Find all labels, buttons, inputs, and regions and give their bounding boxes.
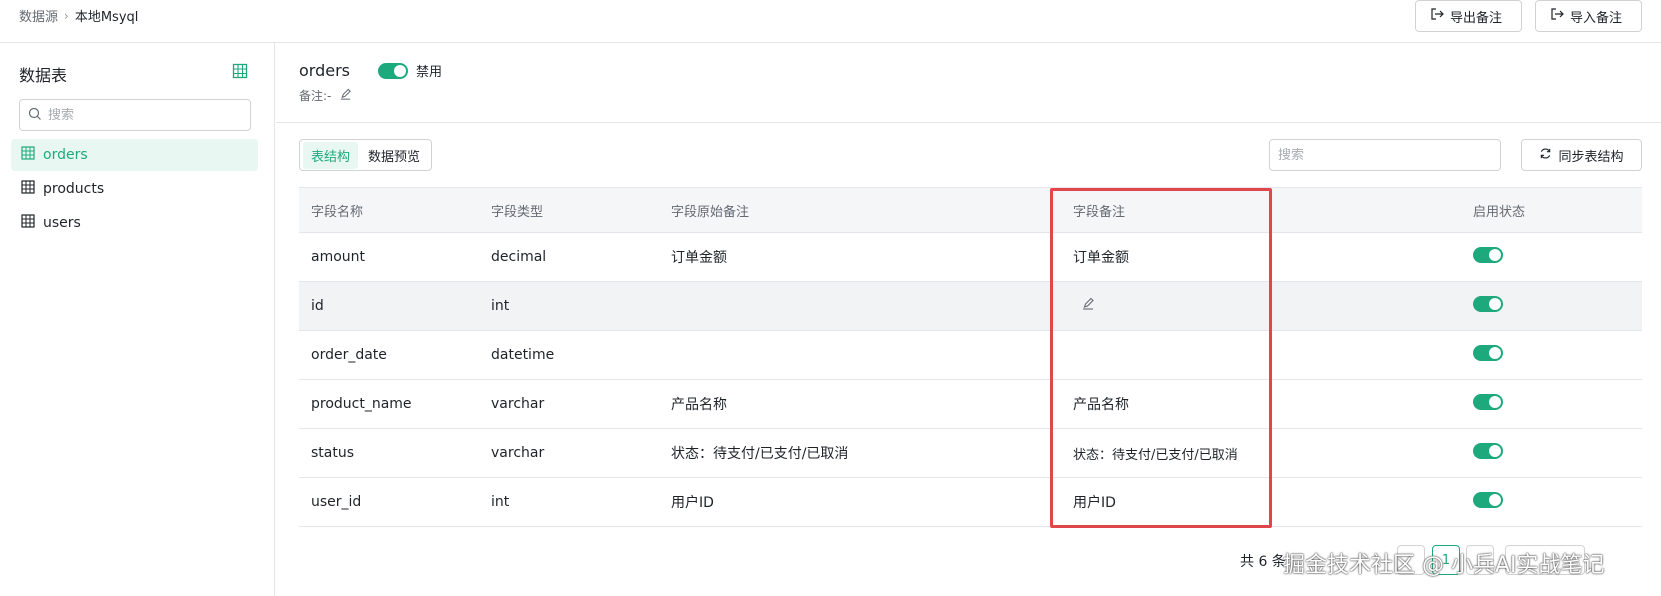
- field-enable-toggle[interactable]: [1473, 345, 1503, 361]
- field-enable-toggle[interactable]: [1473, 394, 1503, 410]
- field-original-remark: 订单金额: [671, 250, 727, 266]
- table-row: amount decimal 订单金额 订单金额: [299, 233, 1642, 282]
- export-label: 导出备注: [1450, 10, 1503, 26]
- table-icon: [21, 214, 35, 232]
- table-remark: 备注:-: [299, 87, 352, 104]
- field-remark[interactable]: 订单金额: [1061, 247, 1461, 267]
- table-row: order_date datetime: [299, 331, 1642, 380]
- column-header: 启用状态: [1473, 204, 1526, 220]
- field-name: order_date: [311, 347, 387, 363]
- field-enable-toggle[interactable]: [1473, 247, 1503, 263]
- table-icon: [21, 180, 35, 198]
- field-enabled-cell: [1461, 492, 1642, 512]
- table-list: orders products users: [11, 139, 258, 241]
- main-panel: orders 禁用 备注:- 表结构 数据预览 同步表结构 字段名称 字段类型 …: [276, 43, 1661, 596]
- field-type: int: [491, 494, 510, 510]
- import-remarks-button[interactable]: 导入备注: [1535, 0, 1642, 32]
- column-header: 字段名称: [311, 204, 364, 220]
- field-name: status: [311, 445, 355, 461]
- table-enable-toggle[interactable]: [378, 63, 408, 79]
- field-enabled-cell: [1461, 247, 1642, 267]
- breadcrumb-current: 本地Msyql: [74, 10, 139, 25]
- top-bar: 数据源 › 本地Msyql 导出备注 导入备注: [0, 0, 1661, 43]
- export-remarks-button[interactable]: 导出备注: [1415, 0, 1522, 32]
- table-icon: [21, 146, 35, 164]
- sidebar-item-label: users: [43, 215, 81, 231]
- sidebar-item-products[interactable]: products: [11, 173, 258, 205]
- field-original-remark: 产品名称: [671, 397, 727, 413]
- field-type: varchar: [491, 396, 545, 412]
- sidebar-item-label: orders: [43, 147, 88, 163]
- field-remark[interactable]: 状态：待支付/已支付/已取消: [1061, 444, 1461, 463]
- import-icon: [1550, 7, 1564, 25]
- field-remark[interactable]: 用户ID: [1061, 492, 1461, 512]
- table-row: status varchar 状态：待支付/已支付/已取消 状态：待支付/已支付…: [299, 429, 1642, 478]
- field-type: int: [491, 298, 510, 314]
- column-header: 字段类型: [491, 204, 544, 220]
- tab-structure[interactable]: 表结构: [303, 141, 359, 169]
- table-row: product_name varchar 产品名称 产品名称: [299, 380, 1642, 429]
- field-remark[interactable]: 产品名称: [1061, 394, 1461, 414]
- sync-label: 同步表结构: [1558, 149, 1624, 165]
- view-tabs: 表结构 数据预览: [299, 139, 433, 171]
- table-remark-text: 备注:-: [299, 89, 332, 103]
- sidebar-title: 数据表: [19, 66, 68, 85]
- table-header: orders 禁用 备注:-: [276, 43, 1661, 123]
- field-enabled-cell: [1461, 345, 1642, 365]
- table-toggle-label: 禁用: [416, 65, 443, 80]
- edit-icon[interactable]: [339, 88, 352, 104]
- table-row: id int: [299, 282, 1642, 331]
- breadcrumb: 数据源 › 本地Msyql: [19, 6, 139, 26]
- field-name: amount: [311, 249, 366, 265]
- field-name: product_name: [311, 396, 412, 412]
- field-enable-toggle[interactable]: [1473, 443, 1503, 459]
- field-enabled-cell: [1461, 296, 1642, 316]
- fields-table: 字段名称 字段类型 字段原始备注 字段备注 启用状态 amount decima…: [299, 187, 1642, 527]
- field-enabled-cell: [1461, 394, 1642, 414]
- field-enable-toggle[interactable]: [1473, 296, 1503, 312]
- field-name: user_id: [311, 494, 362, 510]
- table-row: user_id int 用户ID 用户ID: [299, 478, 1642, 527]
- field-enabled-cell: [1461, 443, 1642, 463]
- field-type: decimal: [491, 249, 547, 265]
- column-header: 字段备注: [1073, 204, 1126, 220]
- table-grid-icon[interactable]: [232, 63, 248, 79]
- sidebar: 数据表 orders products users: [0, 43, 275, 596]
- field-original-remark: 状态：待支付/已支付/已取消: [671, 446, 849, 462]
- watermark: 掘金技术社区 @ 小兵AI实战笔记: [1283, 553, 1605, 578]
- field-type: varchar: [491, 445, 545, 461]
- import-label: 导入备注: [1570, 10, 1623, 26]
- field-name: id: [311, 298, 324, 314]
- sidebar-item-label: products: [43, 181, 105, 197]
- field-type: datetime: [491, 347, 555, 363]
- column-header: 字段原始备注: [671, 204, 750, 220]
- field-search[interactable]: [1269, 139, 1501, 171]
- sidebar-search[interactable]: [19, 99, 251, 131]
- tab-data-preview[interactable]: 数据预览: [360, 142, 428, 169]
- refresh-icon: [1539, 147, 1552, 164]
- sync-structure-button[interactable]: 同步表结构: [1521, 139, 1642, 171]
- export-icon: [1430, 7, 1444, 25]
- breadcrumb-root[interactable]: 数据源: [19, 6, 58, 25]
- sidebar-item-orders[interactable]: orders: [11, 139, 258, 171]
- table-header-row: 字段名称 字段类型 字段原始备注 字段备注 启用状态: [299, 187, 1642, 233]
- edit-icon[interactable]: [1081, 297, 1095, 315]
- field-remark[interactable]: [1061, 297, 1461, 315]
- field-search-input[interactable]: [1278, 147, 1488, 163]
- pagination-total: 共 6 条: [1240, 554, 1286, 570]
- sidebar-item-users[interactable]: users: [11, 207, 258, 239]
- table-name: orders: [299, 61, 350, 80]
- field-original-remark: 用户ID: [671, 495, 714, 511]
- search-icon: [28, 106, 42, 125]
- field-enable-toggle[interactable]: [1473, 492, 1503, 508]
- sidebar-search-input[interactable]: [48, 107, 238, 123]
- breadcrumb-separator: ›: [64, 8, 69, 23]
